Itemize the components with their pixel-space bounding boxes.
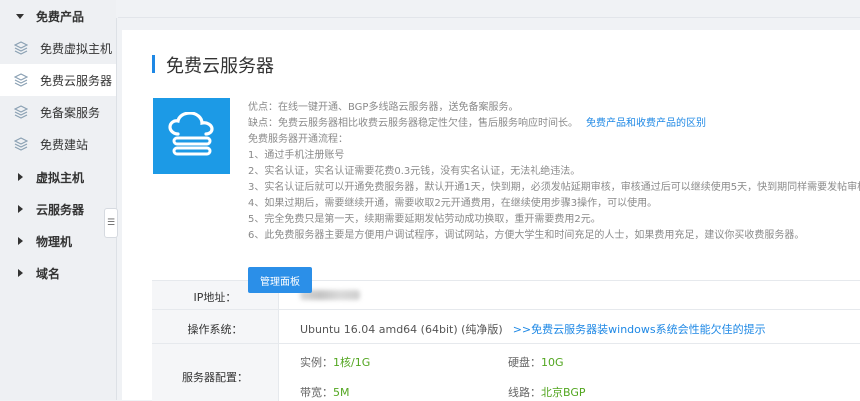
cloud-icon xyxy=(167,112,214,156)
sidebar-item-label: 免费虚拟主机 xyxy=(40,41,113,56)
sidebar-group-label: 物理机 xyxy=(36,234,73,249)
cons-line: 缺点：免费云服务器相比收费云服务器稳定性欠佳，售后服务响应时间长。 免费产品和收费… xyxy=(248,116,706,132)
spec-key: 硬盘： xyxy=(508,356,541,369)
server-info-table: IP地址： 操作系统： Ubuntu 16.04 amd64 (64bit) (… xyxy=(152,280,860,401)
pros-text: 优点：在线一键开通、BGP多线路云服务器，送免备案服务。 xyxy=(248,102,519,113)
spec-key: 线路： xyxy=(508,386,541,399)
os-row: Ubuntu 16.04 amd64 (64bit) (纯净版) >>免费云服务器… xyxy=(300,321,766,337)
spec-key: 实例： xyxy=(300,356,333,369)
sidebar-item-label: 免费建站 xyxy=(40,137,89,152)
layers-icon xyxy=(14,41,28,55)
cons-text: 缺点：免费云服务器相比收费云服务器稳定性欠佳，售后服务响应时间长。 xyxy=(248,118,578,129)
config-label: 服务器配置： xyxy=(182,371,248,384)
process-step: 5、完全免费只是第一天，续期需要延期发帖劳动成功换取，重开需要费用2元。 xyxy=(248,214,601,225)
process-step: 1、通过手机注册账号 xyxy=(248,150,345,161)
product-image xyxy=(153,98,230,174)
layers-icon xyxy=(14,73,28,87)
divider xyxy=(152,309,860,310)
os-label: 操作系统： xyxy=(187,323,243,336)
sidebar-group-free-products[interactable]: 免费产品 xyxy=(0,0,116,32)
sidebar-collapse-toggle[interactable]: ☰ xyxy=(104,208,118,238)
divider xyxy=(152,343,860,344)
spec-instance: 实例：1核/1G xyxy=(300,354,370,370)
manage-panel-button[interactable]: 管理面板 xyxy=(248,267,312,293)
spec-disk: 硬盘：10G xyxy=(508,354,564,370)
layers-icon xyxy=(14,137,28,151)
page-title: 免费云服务器 xyxy=(166,56,274,77)
spec-value: 1核/1G xyxy=(333,356,371,369)
sidebar-group-label: 云服务器 xyxy=(36,202,85,217)
sidebar: 免费产品 免费虚拟主机 免费云服务器 免备案服务 免费建站 虚拟主机 云服务器 … xyxy=(0,0,117,400)
spec-line: 线路：北京BGP xyxy=(508,384,586,400)
sidebar-group-label: 域名 xyxy=(36,266,61,281)
sidebar-item-free-cloud-server[interactable]: 免费云服务器 xyxy=(0,64,116,96)
content-panel: 免费云服务器 优点：在线一键开通、BGP多线路云服务器，送免备案服务。 缺点：免… xyxy=(122,30,860,401)
chevron-right-icon xyxy=(18,269,23,277)
sidebar-group-cloud-server[interactable]: 云服务器 xyxy=(0,193,116,225)
divider xyxy=(118,17,860,18)
process-step: 3、实名认证后就可以开通免费服务器，默认开通1天，快到期，必须发帖延期审核，审核… xyxy=(248,182,860,193)
sidebar-group-label: 虚拟主机 xyxy=(36,170,85,185)
spec-key: 带宽： xyxy=(300,386,333,399)
sidebar-group-virtual-host[interactable]: 虚拟主机 xyxy=(0,161,116,193)
title-accent-bar xyxy=(152,55,155,73)
spec-value: 北京BGP xyxy=(541,386,586,399)
chevron-down-icon xyxy=(16,13,24,19)
sidebar-item-no-filing-service[interactable]: 免备案服务 xyxy=(0,96,116,128)
menu-icon: ☰ xyxy=(106,218,116,228)
spec-bandwidth: 带宽：5M xyxy=(300,384,350,400)
sidebar-item-label: 免备案服务 xyxy=(40,105,101,120)
windows-tip-link[interactable]: >>免费云服务器装windows系统会性能欠佳的提示 xyxy=(513,323,766,336)
compare-link[interactable]: 免费产品和收费产品的区别 xyxy=(586,118,706,129)
process-heading: 免费服务器开通流程： xyxy=(248,134,348,145)
chevron-right-icon xyxy=(18,205,23,213)
sidebar-group-physical-server[interactable]: 物理机 xyxy=(0,225,116,257)
sidebar-group-label: 免费产品 xyxy=(36,9,85,24)
spec-value: 10G xyxy=(541,356,564,369)
spec-value: 5M xyxy=(333,386,350,399)
sidebar-item-free-virtual-host[interactable]: 免费虚拟主机 xyxy=(0,32,116,64)
top-bar xyxy=(116,0,860,18)
os-value: Ubuntu 16.04 amd64 (64bit) (纯净版) xyxy=(300,323,503,336)
process-step: 2、实名认证，实名认证需要花费0.3元钱，没有实名认证，无法礼绝违法。 xyxy=(248,166,581,177)
chevron-right-icon xyxy=(18,237,23,245)
sidebar-group-domain[interactable]: 域名 xyxy=(0,257,116,289)
layers-icon xyxy=(14,105,28,119)
process-step: 6、此免费服务器主要是方便用户调试程序，调试网站，方便大学生和时间充足的人士，如… xyxy=(248,230,805,241)
process-step: 4、如果过期后，需要继续开通，需要收取2元开通费用，在继续使用步骤3操作，可以使… xyxy=(248,198,658,209)
sidebar-item-free-site-builder[interactable]: 免费建站 xyxy=(0,128,116,160)
chevron-right-icon xyxy=(18,173,23,181)
sidebar-item-label: 免费云服务器 xyxy=(40,73,113,88)
